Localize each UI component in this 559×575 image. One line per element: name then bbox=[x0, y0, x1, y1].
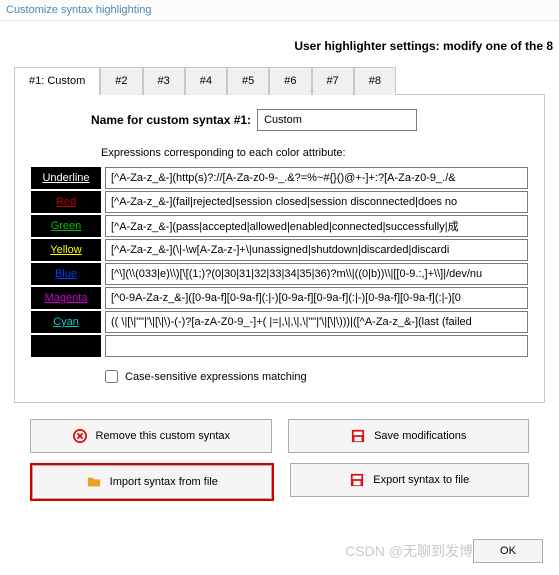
export-button[interactable]: Export syntax to file bbox=[290, 463, 530, 497]
expression-input[interactable] bbox=[105, 215, 528, 237]
color-swatch[interactable]: Yellow bbox=[31, 239, 101, 261]
tab-1[interactable]: #1: Custom bbox=[14, 67, 100, 95]
name-label: Name for custom syntax #1: bbox=[91, 113, 251, 127]
tab-4[interactable]: #4 bbox=[185, 67, 227, 95]
tab-6[interactable]: #6 bbox=[269, 67, 311, 95]
export-label: Export syntax to file bbox=[373, 474, 469, 486]
color-swatch[interactable]: Red bbox=[31, 191, 101, 213]
tab-3[interactable]: #3 bbox=[143, 67, 185, 95]
color-swatch[interactable]: Underline bbox=[31, 167, 101, 189]
export-icon bbox=[349, 472, 365, 488]
color-swatch[interactable]: Cyan bbox=[31, 311, 101, 333]
folder-icon bbox=[86, 474, 102, 490]
tab-5[interactable]: #5 bbox=[227, 67, 269, 95]
remove-button[interactable]: Remove this custom syntax bbox=[30, 419, 272, 453]
case-label: Case-sensitive expressions matching bbox=[125, 371, 307, 383]
tab-7[interactable]: #7 bbox=[312, 67, 354, 95]
tab-8[interactable]: #8 bbox=[354, 67, 396, 95]
save-label: Save modifications bbox=[374, 430, 466, 442]
case-checkbox[interactable] bbox=[105, 370, 118, 383]
ok-button[interactable]: OK bbox=[473, 539, 543, 563]
save-button[interactable]: Save modifications bbox=[288, 419, 530, 453]
color-row: Magenta bbox=[31, 287, 528, 309]
tab-strip: #1: Custom #2 #3 #4 #5 #6 #7 #8 bbox=[0, 67, 559, 95]
expression-input[interactable] bbox=[105, 287, 528, 309]
color-swatch[interactable]: Magenta bbox=[31, 287, 101, 309]
expression-input[interactable] bbox=[105, 239, 528, 261]
color-swatch[interactable]: Blue bbox=[31, 263, 101, 285]
name-input[interactable] bbox=[257, 109, 417, 131]
color-row: Underline bbox=[31, 167, 528, 189]
color-row: Cyan bbox=[31, 311, 528, 333]
import-label: Import syntax from file bbox=[110, 476, 218, 488]
expression-input[interactable] bbox=[105, 335, 528, 357]
expression-input[interactable] bbox=[105, 167, 528, 189]
title-bar: Customize syntax highlighting bbox=[0, 0, 559, 21]
expression-input[interactable] bbox=[105, 263, 528, 285]
expression-input[interactable] bbox=[105, 191, 528, 213]
remove-icon bbox=[72, 428, 88, 444]
color-row: Yellow bbox=[31, 239, 528, 261]
expr-heading: Expressions corresponding to each color … bbox=[31, 147, 528, 159]
color-row: Blue bbox=[31, 263, 528, 285]
header-text: User highlighter settings: modify one of… bbox=[0, 21, 559, 67]
import-button[interactable]: Import syntax from file bbox=[32, 465, 272, 499]
color-row: Red bbox=[31, 191, 528, 213]
color-swatch[interactable]: Green bbox=[31, 215, 101, 237]
tab-2[interactable]: #2 bbox=[100, 67, 142, 95]
color-row: Green bbox=[31, 215, 528, 237]
color-swatch[interactable] bbox=[31, 335, 101, 357]
remove-label: Remove this custom syntax bbox=[96, 430, 231, 442]
color-row bbox=[31, 335, 528, 357]
tab-panel: Name for custom syntax #1: Expressions c… bbox=[14, 94, 545, 403]
save-icon bbox=[350, 428, 366, 444]
expression-input[interactable] bbox=[105, 311, 528, 333]
